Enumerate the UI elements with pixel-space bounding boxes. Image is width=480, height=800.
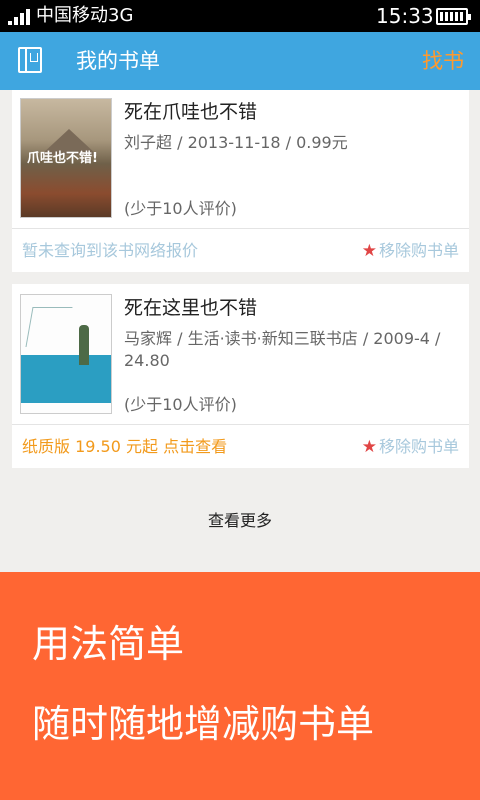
battery-icon <box>436 8 471 25</box>
status-bar: 中国移动3G 15:33 <box>0 0 480 32</box>
book-rating: (少于10人评价) <box>124 395 237 414</box>
star-icon: ★ <box>361 241 377 261</box>
carrier-label: 中国移动3G <box>36 5 134 26</box>
paper-price-link[interactable]: 纸质版 19.50 元起 点击查看 <box>22 436 227 458</box>
promo-banner: 用法简单 随时随地增减购书单 <box>0 572 480 800</box>
banner-subline: 随时随地增减购书单 <box>32 702 375 746</box>
book-cover[interactable]: 爪哇也不错! <box>20 98 112 218</box>
clock: 15:33 <box>376 4 434 28</box>
book-card[interactable]: 死在这里也不错 马家辉 / 生活·读书·新知三联书店 / 2009-4 / 24… <box>12 284 469 468</box>
book-card[interactable]: 爪哇也不错! 死在爪哇也不错 刘子超 / 2013-11-18 / 0.99元 … <box>12 90 469 272</box>
divider <box>12 228 469 229</box>
remove-label: 移除购书单 <box>378 437 459 456</box>
price-note: 暂未查询到该书网络报价 <box>22 241 199 260</box>
book-icon[interactable] <box>18 47 42 73</box>
book-cover[interactable] <box>20 294 112 414</box>
page-title: 我的书单 <box>76 49 160 73</box>
banner-headline: 用法简单 <box>32 622 185 666</box>
book-rating: (少于10人评价) <box>124 199 237 218</box>
divider <box>12 424 469 425</box>
book-title[interactable]: 死在爪哇也不错 <box>124 98 257 126</box>
star-icon: ★ <box>361 437 377 457</box>
app-bar: 我的书单 找书 <box>0 32 480 90</box>
book-list: 爪哇也不错! 死在爪哇也不错 刘子超 / 2013-11-18 / 0.99元 … <box>0 90 480 572</box>
remove-from-list-button[interactable]: ★ 移除购书单 <box>362 436 459 458</box>
book-meta: 马家辉 / 生活·读书·新知三联书店 / 2009-4 / 24.80 <box>124 329 441 370</box>
find-book-button[interactable]: 找书 <box>422 46 464 76</box>
signal-icon <box>8 9 30 25</box>
book-meta: 刘子超 / 2013-11-18 / 0.99元 <box>124 133 348 152</box>
load-more-button[interactable]: 查看更多 <box>0 510 480 532</box>
remove-label: 移除购书单 <box>378 241 459 260</box>
remove-from-list-button[interactable]: ★ 移除购书单 <box>362 240 459 262</box>
book-title[interactable]: 死在这里也不错 <box>124 294 257 322</box>
